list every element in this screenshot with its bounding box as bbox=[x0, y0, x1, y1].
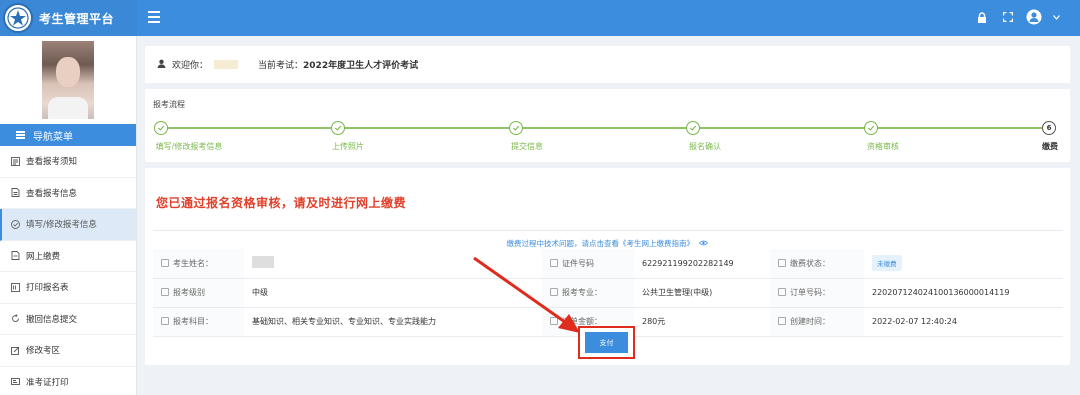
blurred-username bbox=[214, 60, 239, 69]
sidebar-item-label: 撤回信息提交 bbox=[26, 314, 78, 325]
user-icon bbox=[157, 59, 166, 71]
amount-label: 订单金额： bbox=[562, 317, 602, 326]
file-icon bbox=[10, 188, 20, 198]
amount-icon bbox=[550, 317, 558, 325]
registration-progress: 报考流程 填写/修改报考信息 上传照片 提交信息 报名确认 资格审核 6 缴费 bbox=[145, 89, 1070, 162]
sidebar-item-edit-info[interactable]: 填写/修改报考信息 bbox=[0, 209, 136, 241]
list-icon bbox=[16, 130, 25, 141]
progress-track bbox=[161, 127, 1046, 129]
sidebar-item-label: 网上缴费 bbox=[26, 251, 61, 262]
level-icon bbox=[161, 288, 169, 296]
step-label: 提交信息 bbox=[511, 142, 543, 151]
avatar bbox=[42, 41, 94, 119]
check-circle-icon bbox=[10, 219, 20, 229]
sidebar-item-label: 修改考区 bbox=[26, 346, 61, 357]
step-label: 填写/修改报考信息 bbox=[155, 142, 223, 151]
logo-icon bbox=[3, 3, 33, 33]
undo-icon bbox=[10, 314, 20, 324]
sidebar-item-view-info[interactable]: 查看报考信息 bbox=[0, 178, 136, 209]
sidebar-item-label: 填写/修改报考信息 bbox=[26, 220, 97, 231]
user-avatar-icon[interactable] bbox=[1026, 9, 1042, 25]
nav-title: 导航菜单 bbox=[33, 131, 73, 143]
created-value: 2022-02-07 12:40:24 bbox=[864, 307, 1063, 337]
subjects-icon bbox=[161, 317, 169, 325]
level-value: 中级 bbox=[244, 278, 542, 308]
lock-icon[interactable] bbox=[974, 9, 990, 25]
table-row: 考生姓名： 证件号码 622921199202282149 缴费状态： 未缴费 bbox=[153, 249, 1063, 279]
sidebar-item-label: 查看报考须知 bbox=[26, 157, 78, 168]
major-value: 公共卫生管理(中级) bbox=[634, 278, 770, 308]
edit-icon bbox=[10, 345, 20, 355]
order-value: 220207124024100136000014119 bbox=[864, 278, 1063, 308]
app-title: 考生管理平台 bbox=[39, 11, 115, 26]
subjects-value: 基础知识、相关专业知识、专业知识、专业实践能力 bbox=[244, 307, 542, 337]
document-icon bbox=[10, 156, 20, 166]
order-label: 订单号码： bbox=[790, 288, 830, 297]
sidebar-item-label: 准考证打印 bbox=[26, 377, 69, 388]
table-row: 报考级别 中级 报考专业： 公共卫生管理(中级) 订单号码： 220207124… bbox=[153, 278, 1063, 308]
step-label-current: 缴费 bbox=[1042, 142, 1058, 151]
created-label: 创建时间： bbox=[790, 317, 830, 326]
status-label: 缴费状态： bbox=[790, 258, 830, 268]
step-done-icon bbox=[686, 121, 700, 135]
step-label: 报名确认 bbox=[689, 142, 721, 151]
step-done-icon bbox=[864, 121, 878, 135]
progress-title: 报考流程 bbox=[153, 100, 185, 109]
sidebar: 导航菜单 查看报考须知 查看报考信息 填写/修改报考信息 网上缴费 打印报名表 bbox=[0, 36, 137, 395]
approval-notice: 您已通过报名资格审核，请及时进行网上缴费 bbox=[156, 196, 407, 210]
id-value: 622921199202282149 bbox=[634, 249, 770, 279]
id-icon bbox=[550, 258, 558, 267]
amount-value: 280元 bbox=[634, 307, 770, 337]
exam-info-table: 考生姓名： 证件号码 622921199202282149 缴费状态： 未缴费 … bbox=[153, 249, 1063, 337]
status-badge: 未缴费 bbox=[872, 255, 902, 272]
step-label: 上传照片 bbox=[332, 142, 364, 151]
sidebar-item-withdraw[interactable]: 撤回信息提交 bbox=[0, 304, 136, 335]
level-label: 报考级别 bbox=[173, 288, 205, 297]
sidebar-item-change-area[interactable]: 修改考区 bbox=[0, 335, 136, 367]
sidebar-item-admit-card[interactable]: 准考证打印 bbox=[0, 367, 136, 395]
status-icon bbox=[778, 258, 786, 267]
pay-button[interactable]: 支付 bbox=[585, 332, 628, 353]
current-exam-name: 2022年度卫生人才评价考试 bbox=[303, 61, 419, 71]
greeting-label: 欢迎你： bbox=[172, 61, 209, 71]
step-done-icon bbox=[331, 121, 345, 135]
print-icon bbox=[10, 282, 20, 292]
sidebar-item-print-form[interactable]: 打印报名表 bbox=[0, 272, 136, 304]
sidebar-item-payment[interactable]: 网上缴费 bbox=[0, 241, 136, 272]
eye-icon bbox=[699, 239, 709, 248]
nav-header: 导航菜单 bbox=[0, 124, 136, 146]
sidebar-item-label: 打印报名表 bbox=[26, 283, 69, 294]
payment-guide-link[interactable]: 缴费过程中技术问题，请点击查看《考生网上缴费指南》 bbox=[507, 239, 695, 248]
top-header: 考生管理平台 bbox=[0, 0, 1080, 36]
step-done-icon bbox=[154, 121, 168, 135]
blurred-name bbox=[252, 256, 274, 269]
menu-toggle-icon[interactable] bbox=[148, 11, 160, 23]
major-icon bbox=[550, 288, 558, 296]
fullscreen-icon[interactable] bbox=[1000, 9, 1016, 25]
user-icon bbox=[161, 258, 169, 267]
sidebar-item-notice[interactable]: 查看报考须知 bbox=[0, 146, 136, 178]
id-card-icon bbox=[10, 377, 20, 387]
step-done-icon bbox=[509, 121, 523, 135]
sidebar-item-label: 查看报考信息 bbox=[26, 188, 78, 199]
clock-icon bbox=[778, 317, 786, 325]
welcome-bar: 欢迎你： 当前考试： 2022年度卫生人才评价考试 bbox=[145, 46, 1070, 83]
id-label: 证件号码 bbox=[562, 258, 594, 268]
chevron-down-icon[interactable] bbox=[1052, 9, 1060, 25]
brand: 考生管理平台 bbox=[0, 0, 137, 36]
pay-button-highlight: 支付 bbox=[578, 326, 635, 359]
major-label: 报考专业： bbox=[562, 288, 602, 297]
step-current-number: 6 bbox=[1042, 121, 1056, 135]
step-label: 资格审核 bbox=[867, 142, 899, 151]
name-label: 考生姓名： bbox=[173, 258, 213, 268]
order-icon bbox=[778, 288, 786, 296]
current-exam-label: 当前考试： bbox=[258, 61, 304, 71]
payment-panel: 您已通过报名资格审核，请及时进行网上缴费 缴费过程中技术问题，请点击查看《考生网… bbox=[145, 168, 1070, 365]
payment-icon bbox=[10, 251, 20, 261]
subjects-label: 报考科目： bbox=[173, 317, 213, 326]
